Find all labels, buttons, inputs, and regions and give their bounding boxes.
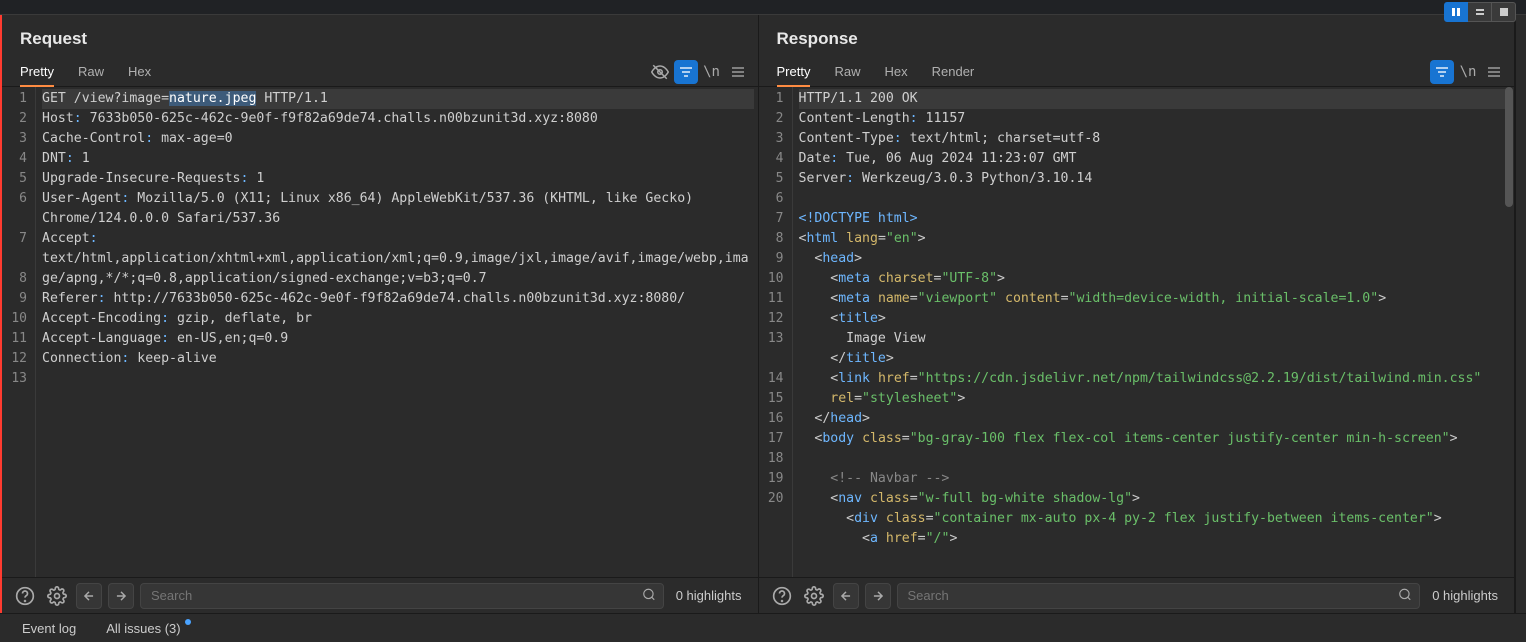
tab-hex[interactable]: Hex: [884, 58, 907, 86]
request-editor[interactable]: 123456 7 8910111213 GET /view?image=natu…: [2, 87, 758, 577]
filter-icon[interactable]: [1430, 60, 1454, 84]
tab-render[interactable]: Render: [932, 58, 975, 86]
all-issues-link[interactable]: All issues (3): [106, 621, 180, 636]
settings-icon[interactable]: [44, 583, 70, 609]
forward-icon[interactable]: [865, 583, 891, 609]
response-search-input[interactable]: [897, 583, 1421, 609]
request-highlights: 0 highlights: [670, 588, 748, 603]
request-title: Request: [2, 15, 758, 57]
menu-icon[interactable]: [726, 60, 750, 84]
response-highlights: 0 highlights: [1426, 588, 1504, 603]
newline-icon[interactable]: \n: [1456, 60, 1480, 84]
tab-pretty[interactable]: Pretty: [777, 58, 811, 87]
response-title: Response: [759, 15, 1515, 57]
help-icon[interactable]: [769, 583, 795, 609]
notification-dot-icon: [185, 619, 191, 625]
response-gutter: 12345678910111213 14151617181920: [759, 87, 793, 577]
event-log-link[interactable]: Event log: [22, 621, 76, 636]
top-right-toolbar: [1444, 2, 1516, 22]
request-panel: Request Pretty Raw Hex \n 123456 7 89101…: [2, 15, 759, 613]
response-panel: Response Pretty Raw Hex Render \n 123456…: [759, 15, 1516, 613]
request-gutter: 123456 7 8910111213: [2, 87, 36, 577]
response-editor[interactable]: 12345678910111213 14151617181920 HTTP/1.…: [759, 87, 1515, 577]
tab-raw[interactable]: Raw: [78, 58, 104, 86]
help-icon[interactable]: [12, 583, 38, 609]
right-strip: [1515, 15, 1526, 613]
menu-icon[interactable]: [1482, 60, 1506, 84]
stop-button[interactable]: [1492, 2, 1516, 22]
forward-icon[interactable]: [108, 583, 134, 609]
request-search-input[interactable]: [140, 583, 664, 609]
settings-icon[interactable]: [801, 583, 827, 609]
back-icon[interactable]: [76, 583, 102, 609]
footer-bar: Event log All issues (3): [0, 613, 1526, 642]
tab-raw[interactable]: Raw: [834, 58, 860, 86]
equals-button[interactable]: [1468, 2, 1492, 22]
tab-pretty[interactable]: Pretty: [20, 58, 54, 87]
back-icon[interactable]: [833, 583, 859, 609]
response-scrollbar[interactable]: [1504, 87, 1514, 577]
filter-icon[interactable]: [674, 60, 698, 84]
newline-icon[interactable]: \n: [700, 60, 724, 84]
tab-hex[interactable]: Hex: [128, 58, 151, 86]
pause-button[interactable]: [1444, 2, 1468, 22]
visibility-off-icon[interactable]: [648, 60, 672, 84]
